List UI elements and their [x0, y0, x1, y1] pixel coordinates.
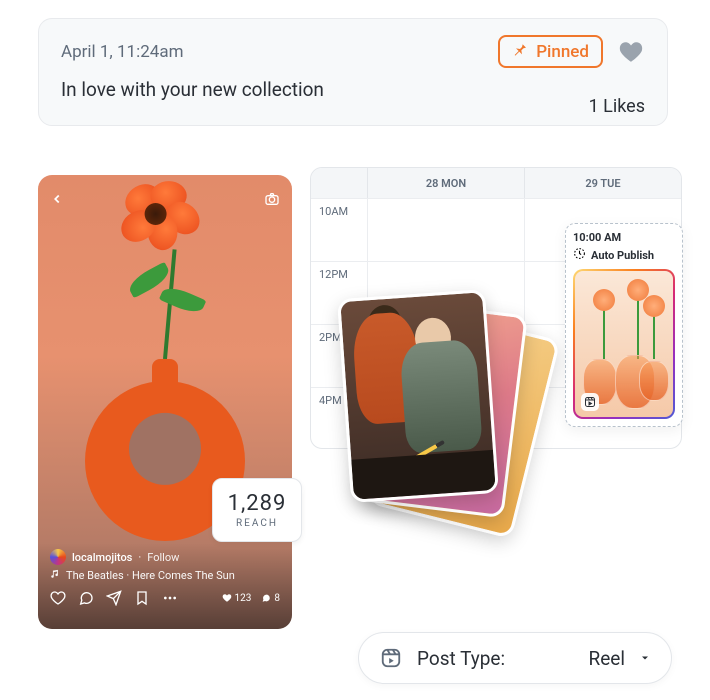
reel-song-row[interactable]: The Beatles · Here Comes The Sun — [50, 569, 280, 582]
auto-publish-row: Auto Publish — [573, 247, 675, 263]
reel-type-icon — [581, 393, 599, 411]
dot-separator: · — [138, 551, 141, 564]
reel-song-label: The Beatles · Here Comes The Sun — [66, 569, 235, 582]
like-icon[interactable] — [50, 590, 66, 606]
post-type-selector[interactable]: Post Type: Reel — [358, 632, 672, 684]
music-note-icon — [50, 569, 60, 582]
camera-icon[interactable] — [264, 191, 280, 207]
like-count: 123 — [222, 593, 252, 604]
reach-stat-badge: 1,289 REACH — [212, 478, 302, 542]
avatar — [50, 549, 66, 565]
like-heart-icon[interactable] — [617, 39, 645, 65]
comment-likes-count: 1 Likes — [589, 96, 645, 117]
back-icon[interactable] — [50, 192, 64, 206]
reel-username: localmojitos — [72, 551, 132, 564]
comment-card[interactable]: April 1, 11:24am Pinned In love with you… — [38, 18, 668, 126]
pinned-badge[interactable]: Pinned — [498, 35, 603, 68]
reel-actions: 123 8 — [50, 590, 280, 606]
pinned-label: Pinned — [536, 42, 589, 62]
post-type-label: Post Type: — [417, 647, 505, 670]
calendar-hour-0: 10AM — [311, 199, 367, 261]
share-icon[interactable] — [106, 590, 122, 606]
reach-value: 1,289 — [228, 491, 287, 516]
auto-publish-label: Auto Publish — [591, 249, 654, 262]
reel-icon — [379, 646, 403, 670]
chevron-down-icon — [639, 652, 651, 664]
flower-illustration — [115, 181, 199, 255]
auto-publish-icon — [573, 247, 586, 263]
calendar-day-1[interactable]: 29 TUE — [524, 168, 681, 198]
pin-icon — [512, 41, 528, 62]
calendar-slot[interactable] — [367, 199, 524, 261]
scheduled-thumbnail — [573, 269, 675, 419]
scheduled-post-card[interactable]: 10:00 AM Auto Publish — [565, 223, 683, 427]
comment-header: April 1, 11:24am Pinned — [61, 35, 645, 68]
stack-card-1 — [337, 289, 499, 503]
comment-header-actions: Pinned — [498, 35, 645, 68]
reels-bottom-bar: localmojitos · Follow The Beatles · Here… — [38, 543, 292, 629]
calendar-day-0[interactable]: 28 MON — [367, 168, 524, 198]
scheduled-time: 10:00 AM — [573, 231, 675, 244]
comment-count: 8 — [261, 593, 280, 604]
reach-label: REACH — [236, 518, 278, 529]
media-stack[interactable] — [330, 290, 540, 530]
comment-icon[interactable] — [78, 590, 94, 606]
reels-preview[interactable]: Reels localmojitos · Follow Th — [38, 175, 292, 629]
calendar-day-header: 28 MON 29 TUE — [311, 168, 681, 198]
comment-timestamp: April 1, 11:24am — [61, 42, 184, 62]
reel-user-row[interactable]: localmojitos · Follow — [50, 549, 280, 565]
post-type-value: Reel — [589, 647, 625, 670]
bookmark-icon[interactable] — [134, 590, 150, 606]
post-type-value-dropdown[interactable]: Reel — [589, 647, 651, 670]
calendar-corner — [311, 168, 367, 198]
comment-body: In love with your new collection — [61, 78, 645, 101]
follow-link[interactable]: Follow — [147, 551, 179, 564]
more-icon[interactable] — [162, 590, 178, 606]
